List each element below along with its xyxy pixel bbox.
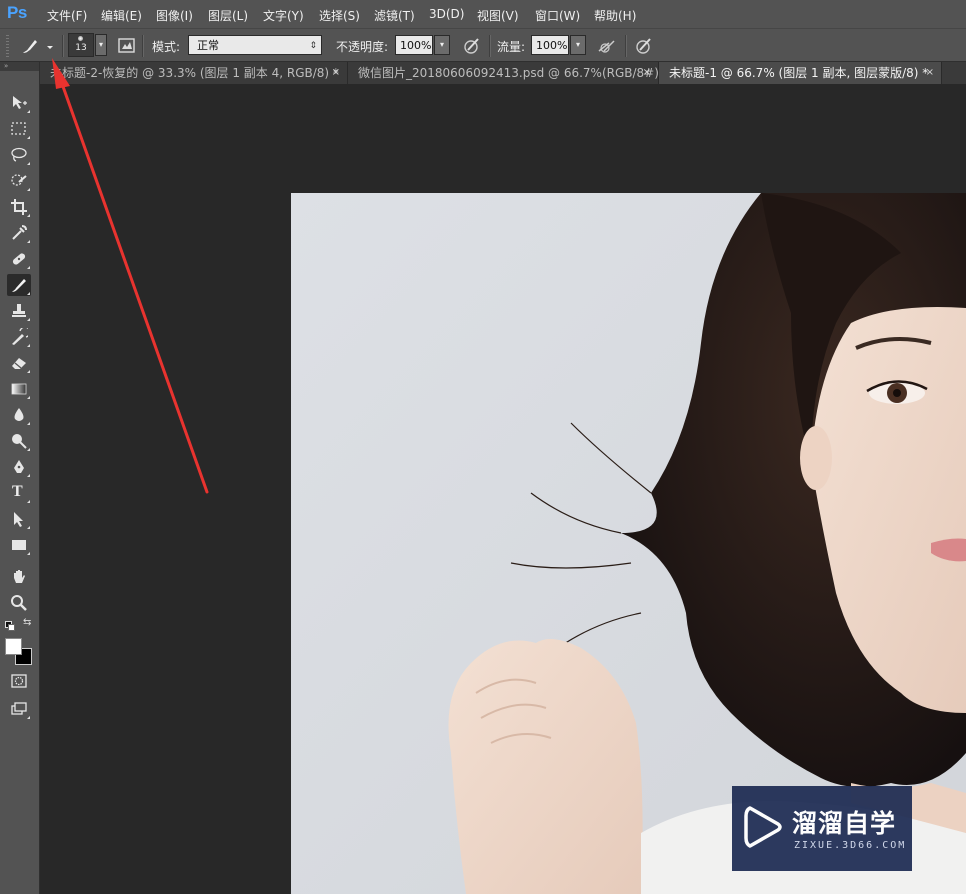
options-separator bbox=[142, 35, 144, 57]
watermark-subtitle: ZIXUE.3D66.COM bbox=[794, 840, 907, 851]
menu-view[interactable]: 视图(V) bbox=[477, 7, 519, 24]
document-tab-active[interactable]: 未标题-1 @ 66.7% (图层 1 副本, 图层蒙版/8) * × bbox=[659, 62, 942, 84]
path-selection-tool-icon[interactable] bbox=[7, 508, 31, 530]
menu-edit[interactable]: 编辑(E) bbox=[101, 7, 142, 24]
screen-mode-icon[interactable] bbox=[7, 698, 31, 720]
menu-select[interactable]: 选择(S) bbox=[319, 7, 360, 24]
document-tab-bar: 未标题-2-恢复的 @ 33.3% (图层 1 副本 4, RGB/8) * ×… bbox=[40, 62, 966, 84]
pressure-opacity-icon[interactable] bbox=[462, 36, 482, 56]
menu-image[interactable]: 图像(I) bbox=[156, 7, 193, 24]
flow-input[interactable]: 100% bbox=[531, 35, 569, 55]
crop-tool-icon[interactable] bbox=[7, 196, 31, 218]
options-grip[interactable] bbox=[6, 35, 9, 57]
options-separator bbox=[489, 35, 491, 57]
eyedropper-tool-icon[interactable] bbox=[7, 222, 31, 244]
healing-brush-tool-icon[interactable] bbox=[7, 248, 31, 270]
close-icon[interactable]: × bbox=[926, 62, 934, 84]
toolbar-collapse-icon[interactable]: » bbox=[0, 62, 39, 71]
mode-label: 模式: bbox=[152, 40, 181, 54]
menu-layer[interactable]: 图层(L) bbox=[208, 7, 248, 24]
brush-size-value: 13 bbox=[75, 43, 87, 53]
default-colors-icon[interactable] bbox=[5, 621, 15, 631]
history-brush-tool-icon[interactable] bbox=[7, 326, 31, 348]
flow-label: 流量: bbox=[497, 40, 526, 54]
move-tool-icon[interactable] bbox=[7, 92, 31, 114]
opacity-label: 不透明度: bbox=[336, 40, 389, 54]
brush-tip-icon bbox=[78, 36, 83, 41]
type-tool-icon[interactable]: T bbox=[7, 482, 31, 504]
blend-mode-value: 正常 bbox=[197, 39, 219, 52]
clone-stamp-tool-icon[interactable] bbox=[7, 300, 31, 322]
document-tab[interactable]: 未标题-2-恢复的 @ 33.3% (图层 1 副本 4, RGB/8) * × bbox=[40, 62, 348, 84]
zoom-tool-icon[interactable] bbox=[7, 592, 31, 614]
blur-tool-icon[interactable] bbox=[7, 404, 31, 426]
dodge-tool-icon[interactable] bbox=[7, 430, 31, 452]
flow-dropdown[interactable]: ▾ bbox=[570, 35, 586, 55]
watermark-title: 溜溜自学 bbox=[792, 809, 897, 838]
watermark-badge: 溜溜自学 ZIXUE.3D66.COM bbox=[732, 786, 912, 871]
document-tab-title: 未标题-1 @ 66.7% (图层 1 副本, 图层蒙版/8) * bbox=[669, 66, 929, 80]
document-tab-title: 微信图片_20180606092413.psd @ 66.7%(RGB/8#) … bbox=[358, 66, 659, 80]
brush-size-picker[interactable]: 13 bbox=[68, 33, 94, 57]
opacity-input[interactable]: 100% bbox=[395, 35, 433, 55]
menu-filter[interactable]: 滤镜(T) bbox=[374, 7, 415, 24]
select-arrows-icon: ⇕ bbox=[309, 41, 317, 51]
menu-type[interactable]: 文字(Y) bbox=[263, 7, 304, 24]
menu-window[interactable]: 窗口(W) bbox=[535, 7, 580, 24]
options-separator bbox=[625, 35, 627, 57]
close-icon[interactable]: × bbox=[332, 62, 340, 84]
play-logo-icon bbox=[744, 806, 782, 848]
pen-tool-icon[interactable] bbox=[7, 456, 31, 478]
brush-size-dropdown[interactable]: ▾ bbox=[95, 34, 107, 56]
document-tab[interactable]: 微信图片_20180606092413.psd @ 66.7%(RGB/8#) … bbox=[348, 62, 659, 84]
brush-preset-dropdown-icon[interactable] bbox=[44, 36, 56, 56]
lasso-tool-icon[interactable] bbox=[7, 144, 31, 166]
gradient-tool-icon[interactable] bbox=[7, 378, 31, 400]
quick-mask-icon[interactable] bbox=[7, 670, 31, 692]
document-tab-title: 未标题-2-恢复的 @ 33.3% (图层 1 副本 4, RGB/8) * bbox=[50, 66, 339, 80]
brush-tool-icon[interactable] bbox=[7, 274, 31, 296]
tools-panel: » T ⇆ bbox=[0, 62, 40, 894]
brush-panel-toggle-icon[interactable] bbox=[117, 36, 137, 56]
menu-help[interactable]: 帮助(H) bbox=[594, 7, 636, 24]
quick-selection-tool-icon[interactable] bbox=[7, 170, 31, 192]
foreground-color-swatch[interactable] bbox=[5, 638, 22, 655]
eraser-tool-icon[interactable] bbox=[7, 352, 31, 374]
rectangle-tool-icon[interactable] bbox=[7, 534, 31, 556]
type-tool-glyph: T bbox=[12, 483, 23, 500]
photoshop-logo-icon: Ps bbox=[7, 3, 27, 22]
blend-mode-select[interactable]: 正常 ⇕ bbox=[188, 35, 322, 55]
menu-3d[interactable]: 3D(D) bbox=[429, 7, 464, 21]
airbrush-icon[interactable] bbox=[597, 36, 617, 56]
options-bar: 13 ▾ 模式: 正常 ⇕ 不透明度: 100% ▾ 流量: 100% ▾ bbox=[0, 28, 966, 62]
swap-colors-icon[interactable]: ⇆ bbox=[23, 617, 31, 628]
options-separator bbox=[62, 35, 64, 57]
marquee-tool-icon[interactable] bbox=[7, 118, 31, 140]
brush-preset-icon[interactable] bbox=[20, 36, 40, 56]
close-icon[interactable]: × bbox=[643, 62, 651, 84]
pressure-size-icon[interactable] bbox=[634, 36, 654, 56]
hand-tool-icon[interactable] bbox=[7, 566, 31, 588]
opacity-dropdown[interactable]: ▾ bbox=[434, 35, 450, 55]
menu-file[interactable]: 文件(F) bbox=[47, 7, 87, 24]
menu-bar: Ps 文件(F) 编辑(E) 图像(I) 图层(L) 文字(Y) 选择(S) 滤… bbox=[0, 0, 966, 28]
